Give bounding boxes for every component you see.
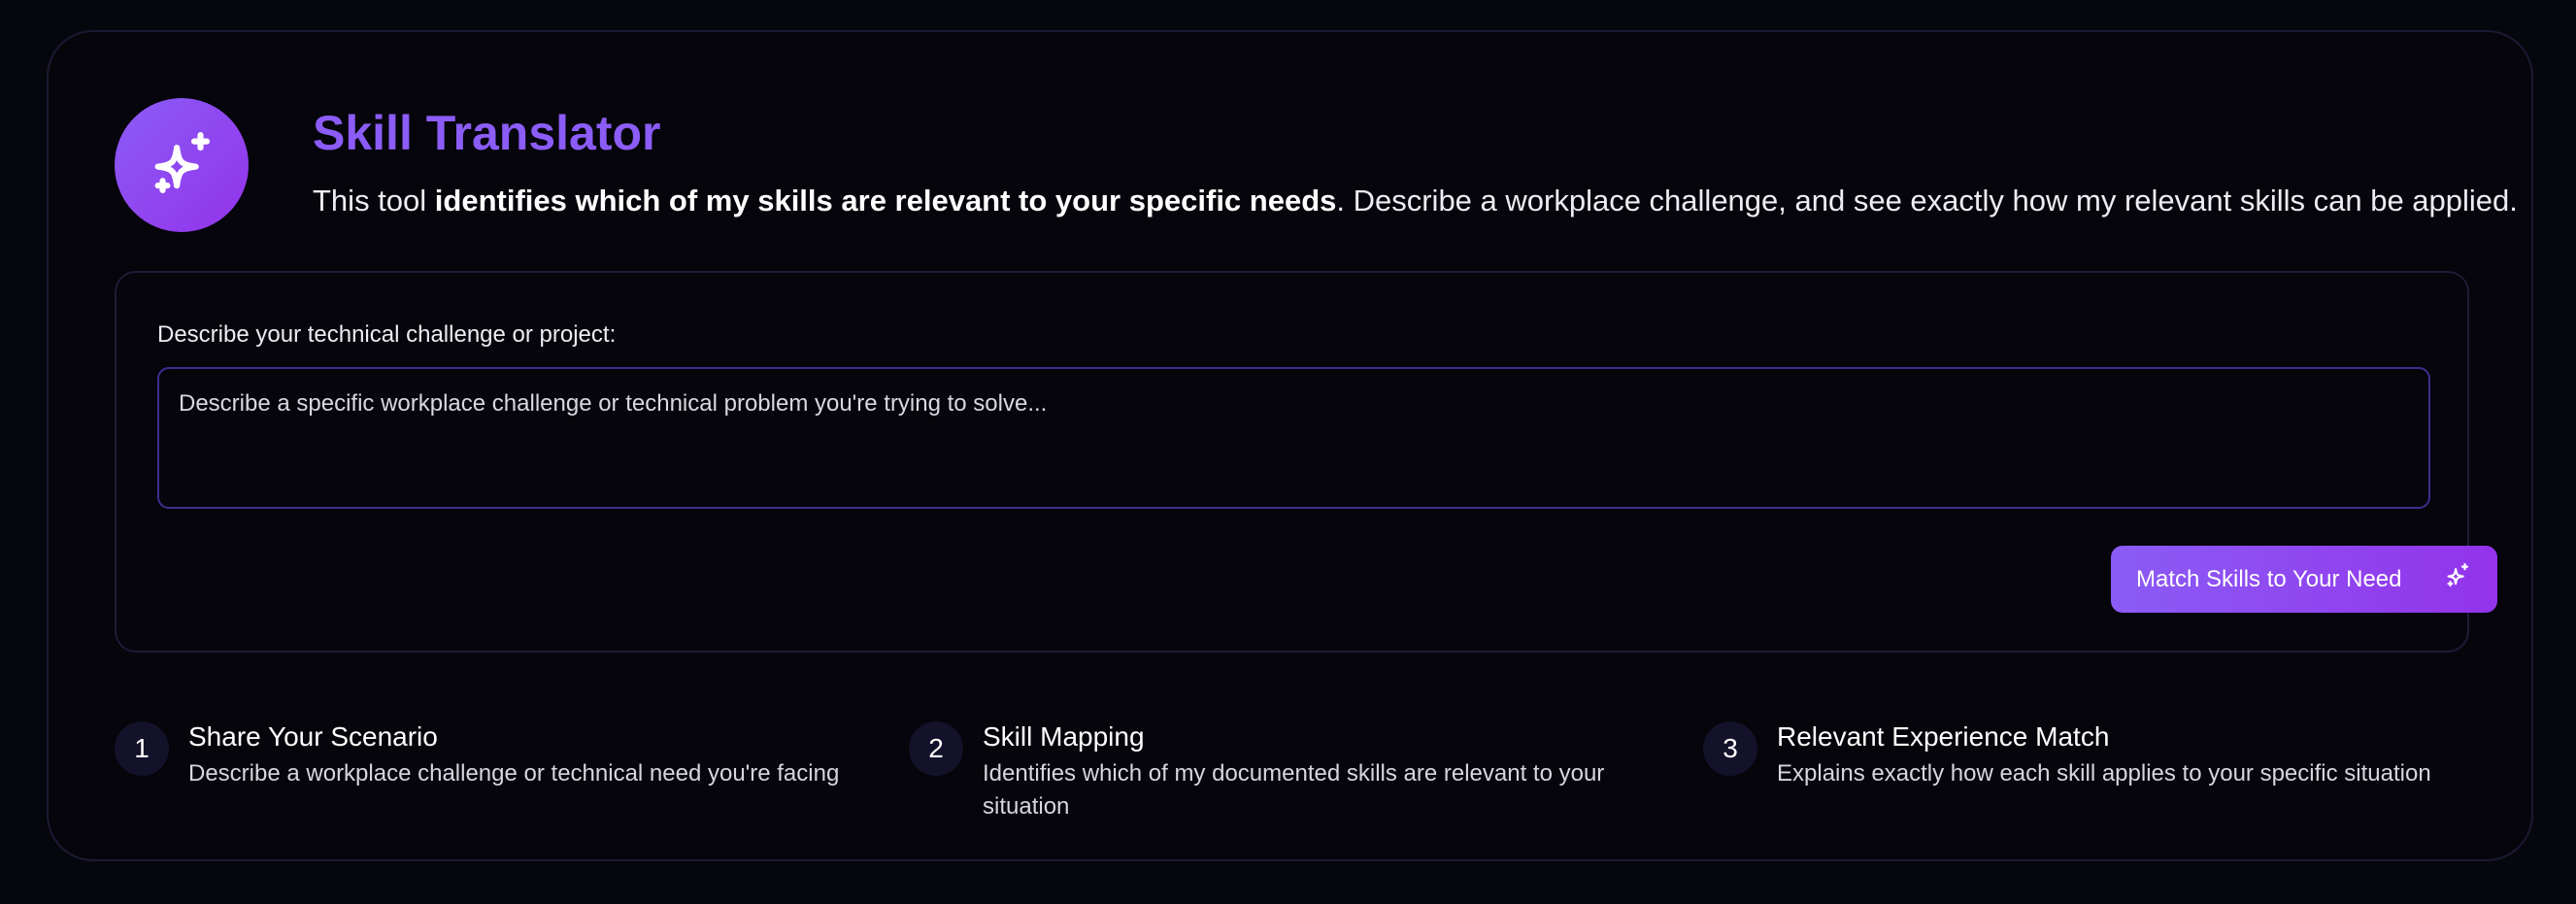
description-prefix: This tool bbox=[313, 184, 435, 218]
step-description: Describe a workplace challenge or techni… bbox=[188, 760, 840, 787]
step-share-scenario: 1 Share Your Scenario Describe a workpla… bbox=[115, 721, 891, 790]
step-title: Relevant Experience Match bbox=[1777, 721, 2110, 752]
match-skills-button[interactable]: Match Skills to Your Need bbox=[2111, 546, 2497, 613]
sparkles-icon bbox=[115, 98, 249, 232]
step-number: 3 bbox=[1703, 721, 1757, 776]
step-number: 1 bbox=[115, 721, 169, 776]
step-title: Share Your Scenario bbox=[188, 721, 438, 752]
page-description: This tool identifies which of my skills … bbox=[313, 182, 2518, 220]
step-description: Explains exactly how each skill applies … bbox=[1777, 760, 2431, 787]
challenge-input[interactable] bbox=[157, 367, 2430, 509]
step-number: 2 bbox=[909, 721, 963, 776]
match-skills-button-label: Match Skills to Your Need bbox=[2136, 565, 2402, 592]
skill-translator-card: Skill Translator This tool identifies wh… bbox=[47, 30, 2533, 861]
challenge-field-label: Describe your technical challenge or pro… bbox=[157, 321, 617, 348]
challenge-form: Describe your technical challenge or pro… bbox=[115, 271, 2497, 653]
description-suffix: . Describe a workplace challenge, and se… bbox=[1336, 184, 2518, 218]
sparkles-icon bbox=[2443, 561, 2472, 597]
description-highlight: identifies which of my skills are releva… bbox=[434, 184, 1337, 218]
step-skill-mapping: 2 Skill Mapping Identifies which of my d… bbox=[909, 721, 1686, 823]
step-title: Skill Mapping bbox=[983, 721, 1145, 752]
step-experience-match: 3 Relevant Experience Match Explains exa… bbox=[1703, 721, 2480, 790]
step-description: Identifies which of my documented skills… bbox=[983, 760, 1605, 820]
page-title: Skill Translator bbox=[313, 106, 661, 160]
